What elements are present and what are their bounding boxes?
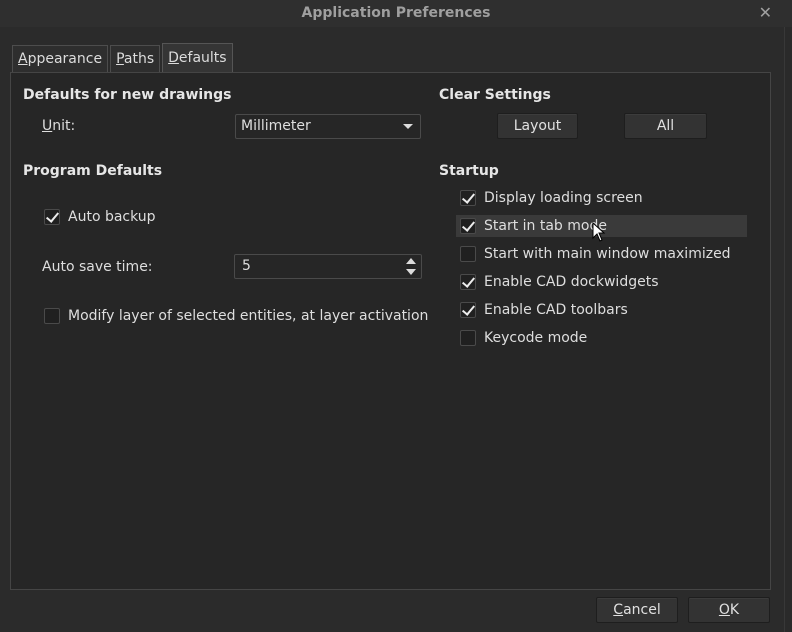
program-defaults-header: Program Defaults: [23, 163, 163, 179]
unit-combobox[interactable]: Millimeter: [235, 114, 421, 139]
autosave-spinbox[interactable]: 5: [234, 254, 422, 279]
keycode-mode-label: Keycode mode: [484, 330, 588, 346]
checkbox-checked-icon: [460, 302, 476, 318]
spin-down-icon[interactable]: [406, 269, 416, 275]
checkbox-checked-icon: [44, 209, 60, 225]
autosave-value: 5: [242, 258, 251, 274]
unit-value: Millimeter: [241, 118, 311, 134]
clear-all-button[interactable]: All: [624, 113, 707, 139]
tab-bar: Appearance Paths Defaults: [12, 43, 235, 73]
start-maximized-label: Start with main window maximized: [484, 246, 731, 262]
enable-cad-toolbars-checkbox[interactable]: Enable CAD toolbars: [460, 299, 628, 321]
unit-label: Unit:: [42, 118, 76, 134]
cancel-button[interactable]: Cancel: [596, 597, 678, 623]
display-loading-screen-label: Display loading screen: [484, 190, 643, 206]
mouse-pointer-icon: [592, 222, 606, 242]
ok-button[interactable]: OK: [688, 597, 770, 623]
title-bar: Application Preferences ✕: [0, 0, 792, 27]
tab-paths[interactable]: Paths: [110, 45, 161, 73]
start-in-tab-mode-checkbox[interactable]: Start in tab mode: [460, 215, 607, 237]
tab-appearance[interactable]: Appearance: [12, 45, 109, 73]
window-edge: [784, 27, 792, 632]
start-maximized-checkbox[interactable]: Start with main window maximized: [460, 243, 731, 265]
enable-cad-toolbars-label: Enable CAD toolbars: [484, 302, 628, 318]
tab-panel: [10, 72, 771, 590]
checkbox-unchecked-icon: [460, 330, 476, 346]
defaults-new-drawings-header: Defaults for new drawings: [23, 87, 232, 103]
modify-layer-checkbox[interactable]: Modify layer of selected entities, at la…: [44, 305, 428, 327]
modify-layer-label: Modify layer of selected entities, at la…: [68, 308, 429, 324]
checkbox-unchecked-icon: [44, 308, 60, 324]
tab-defaults[interactable]: Defaults: [162, 43, 233, 73]
keycode-mode-checkbox[interactable]: Keycode mode: [460, 327, 587, 349]
start-in-tab-mode-label: Start in tab mode: [484, 218, 607, 234]
checkbox-unchecked-icon: [460, 246, 476, 262]
window-title: Application Preferences: [301, 5, 491, 21]
auto-backup-checkbox[interactable]: Auto backup: [44, 206, 156, 228]
checkbox-checked-icon: [460, 218, 476, 234]
checkbox-checked-icon: [460, 190, 476, 206]
startup-header: Startup: [439, 163, 499, 179]
enable-cad-dockwidgets-label: Enable CAD dockwidgets: [484, 274, 659, 290]
clear-layout-button[interactable]: Layout: [497, 113, 578, 139]
auto-backup-label: Auto backup: [68, 209, 156, 225]
display-loading-screen-checkbox[interactable]: Display loading screen: [460, 187, 643, 209]
spin-up-icon[interactable]: [406, 258, 416, 264]
autosave-label: Auto save time:: [42, 259, 153, 275]
clear-settings-header: Clear Settings: [439, 87, 551, 103]
checkbox-checked-icon: [460, 274, 476, 290]
close-icon[interactable]: ✕: [759, 3, 772, 22]
chevron-down-icon: [403, 124, 413, 129]
enable-cad-dockwidgets-checkbox[interactable]: Enable CAD dockwidgets: [460, 271, 659, 293]
